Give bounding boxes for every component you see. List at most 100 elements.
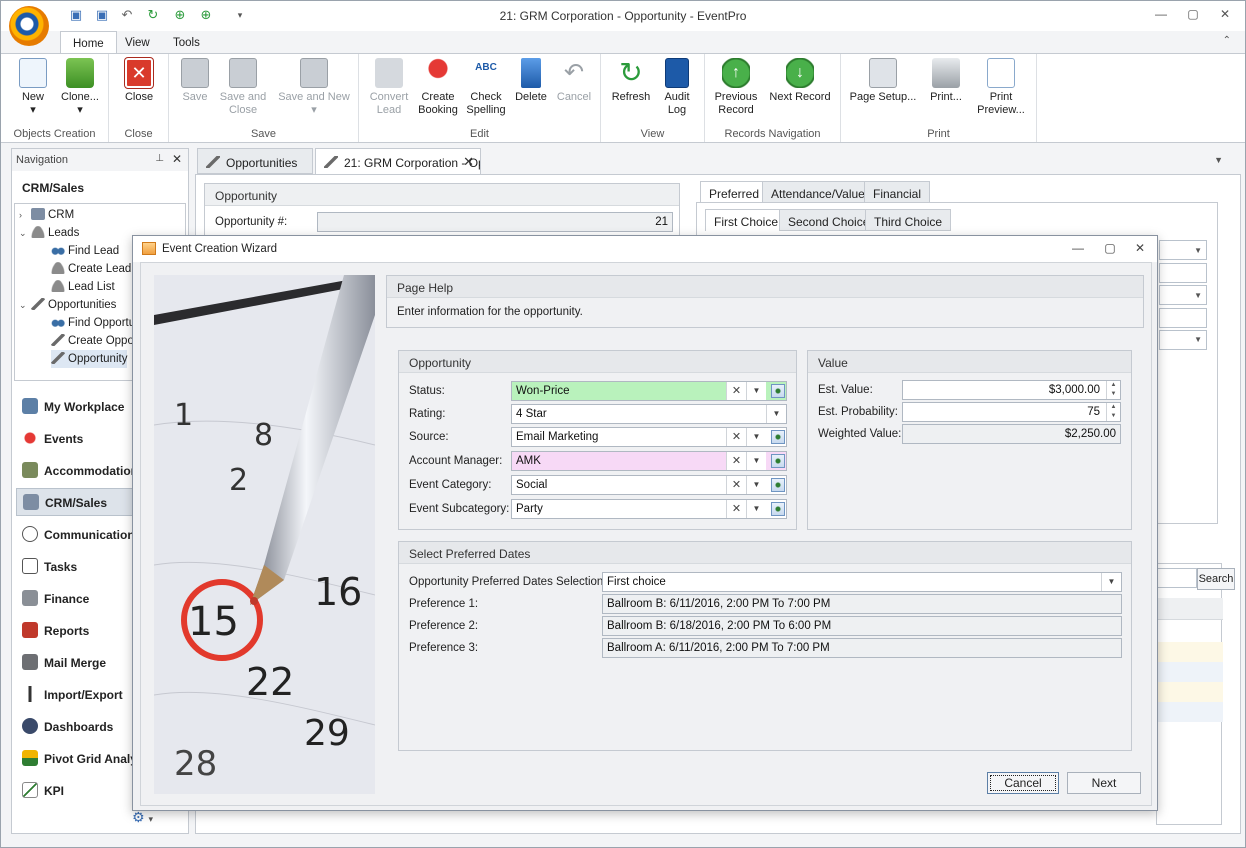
clear-icon[interactable]: ✕ (726, 452, 746, 470)
clear-icon[interactable]: ✕ (726, 382, 746, 400)
cancel-button[interactable]: ↶ Cancel (553, 58, 595, 104)
maximize-icon[interactable]: ▢ (1183, 7, 1203, 23)
tree-item-find-lead[interactable]: Find Lead (51, 242, 119, 260)
clear-icon[interactable]: ✕ (726, 428, 746, 446)
lookup-icon[interactable] (771, 430, 785, 444)
tab-home[interactable]: Home (60, 31, 117, 54)
doc-tab-opportunities[interactable]: Opportunities (197, 148, 313, 174)
refresh-button[interactable]: ↻ Refresh (607, 58, 655, 104)
tab-financial[interactable]: Financial (864, 181, 931, 203)
save-and-new-button[interactable]: Save and New ▾ (273, 58, 355, 117)
dropdown-icon[interactable]: ▼ (746, 452, 766, 470)
dropdown-icon[interactable]: ▼ (766, 405, 786, 423)
bg-input[interactable] (1159, 308, 1207, 328)
group-label: View (640, 128, 665, 140)
lookup-icon[interactable] (771, 502, 785, 516)
print-button[interactable]: Print... (923, 58, 969, 104)
doc-tab-grm-opportunity[interactable]: 21: GRM Corporation - Opportunity✕ (315, 148, 481, 174)
clone-button[interactable]: Clone... ▾ (55, 58, 105, 117)
dropdown-icon[interactable]: ▼ (746, 500, 766, 518)
dialog-maximize-icon[interactable]: ▢ (1101, 241, 1119, 257)
spelling-icon: ABC (475, 62, 497, 73)
bg-input[interactable] (1159, 263, 1207, 283)
close-window-icon[interactable]: ✕ (1215, 7, 1235, 23)
tab-preferred[interactable]: Preferred (700, 181, 769, 203)
next-button[interactable]: Next (1067, 772, 1141, 794)
dialog-close-icon[interactable]: ✕ (1131, 241, 1149, 257)
tree-item-create-opportunity[interactable]: Create Oppo (51, 332, 134, 350)
lookup-icon[interactable] (771, 454, 785, 468)
est-probability-field[interactable]: 75 ▲ ▼ (902, 402, 1121, 422)
pen-icon (51, 352, 65, 364)
bg-dropdown[interactable]: ▼ (1159, 240, 1207, 260)
kpi-chart-icon (22, 782, 38, 798)
tree-item-create-lead[interactable]: Create Lead (51, 260, 131, 278)
bg-lookup[interactable]: ▼ (1159, 330, 1207, 350)
convert-lead-button[interactable]: Convert Lead (365, 58, 413, 117)
create-booking-button[interactable]: Create Booking (415, 58, 461, 117)
collapse-icon[interactable]: ⌄ (19, 296, 31, 314)
preference-2-field: Ballroom B: 6/18/2016, 2:00 PM To 6:00 P… (602, 616, 1122, 636)
account-manager-field[interactable]: AMK ✕ ▼ (511, 451, 787, 471)
est-value-field[interactable]: $3,000.00 ▲ ▼ (902, 380, 1121, 400)
pin-icon[interactable]: ⊥ (155, 153, 164, 164)
tab-view[interactable]: View (113, 31, 162, 54)
collapse-icon[interactable]: ⌄ (19, 224, 31, 242)
tree-item-lead-list[interactable]: Lead List (51, 278, 115, 296)
dropdown-icon[interactable]: ▼ (746, 428, 766, 446)
dialog-title-bar: Event Creation Wizard — ▢ ✕ (133, 236, 1157, 262)
subtab-second-choice[interactable]: Second Choice (779, 209, 879, 231)
delete-button[interactable]: Delete (511, 58, 551, 104)
lookup-icon[interactable] (771, 384, 785, 398)
status-field[interactable]: Won-Price ✕ ▼ (511, 381, 787, 401)
tree-item-leads[interactable]: ⌄ Leads (19, 224, 79, 242)
expand-icon[interactable]: › (19, 206, 31, 224)
preference-1-label: Preference 1: (409, 598, 479, 610)
tab-attendance-value[interactable]: Attendance/Value (762, 181, 874, 203)
close-tab-icon[interactable]: ✕ (463, 154, 474, 170)
tab-tools[interactable]: Tools (161, 31, 212, 54)
bg-search-button[interactable]: Search (1197, 568, 1235, 590)
tree-item-crm[interactable]: › CRM (19, 206, 74, 224)
page-setup-button[interactable]: Page Setup... (847, 58, 919, 104)
opportunity-number-field: 21 (317, 212, 673, 232)
close-button[interactable]: ✕ Close (119, 58, 159, 104)
close-pane-icon[interactable]: ✕ (172, 152, 182, 166)
bg-search-input[interactable] (1157, 568, 1197, 588)
save-button[interactable]: Save (175, 58, 215, 104)
dropdown-icon[interactable]: ▼ (1101, 573, 1121, 591)
check-spelling-button[interactable]: ABC Check Spelling (463, 58, 509, 117)
bg-dropdown[interactable]: ▼ (1159, 285, 1207, 305)
dates-selection-field[interactable]: First choice ▼ (602, 572, 1122, 592)
rating-field[interactable]: 4 Star ▼ (511, 404, 787, 424)
arrow-up-icon: ↑ (722, 58, 750, 88)
print-preview-button[interactable]: Print Preview... (971, 58, 1031, 117)
source-field[interactable]: Email Marketing ✕ ▼ (511, 427, 787, 447)
dropdown-icon[interactable]: ▼ (746, 476, 766, 494)
tree-item-find-opportunity[interactable]: Find Opportu (51, 314, 135, 332)
minimize-icon[interactable]: — (1151, 7, 1171, 23)
new-button[interactable]: New ▾ (13, 58, 53, 117)
dialog-minimize-icon[interactable]: — (1069, 241, 1087, 257)
previous-record-button[interactable]: ↑ Previous Record (711, 58, 761, 117)
spin-icon[interactable]: ▲ ▼ (1106, 403, 1120, 421)
event-subcategory-field[interactable]: Party ✕ ▼ (511, 499, 787, 519)
audit-log-button[interactable]: Audit Log (657, 58, 697, 117)
clear-icon[interactable]: ✕ (726, 500, 746, 518)
refresh-icon: ↻ (619, 57, 643, 88)
lookup-icon[interactable] (771, 478, 785, 492)
tree-item-opportunities[interactable]: ⌄ Opportunities (19, 296, 116, 314)
spin-icon[interactable]: ▲ ▼ (1106, 381, 1120, 399)
tree-item-opportunity[interactable]: Opportunity (51, 350, 128, 368)
subtab-third-choice[interactable]: Third Choice (865, 209, 952, 231)
clear-icon[interactable]: ✕ (726, 476, 746, 494)
save-and-close-button[interactable]: Save and Close (217, 58, 269, 117)
configure-buttons-icon[interactable]: ⚙ ▾ (132, 809, 153, 826)
next-record-button[interactable]: ↓ Next Record (765, 58, 835, 104)
tab-list-dropdown-icon[interactable]: ▼ (1214, 155, 1223, 165)
collapse-ribbon-icon[interactable]: ⌃ (1223, 35, 1231, 46)
dropdown-icon[interactable]: ▼ (746, 382, 766, 400)
event-category-field[interactable]: Social ✕ ▼ (511, 475, 787, 495)
subtab-first-choice[interactable]: First Choice (705, 209, 788, 231)
cancel-button[interactable]: Cancel (987, 772, 1059, 794)
